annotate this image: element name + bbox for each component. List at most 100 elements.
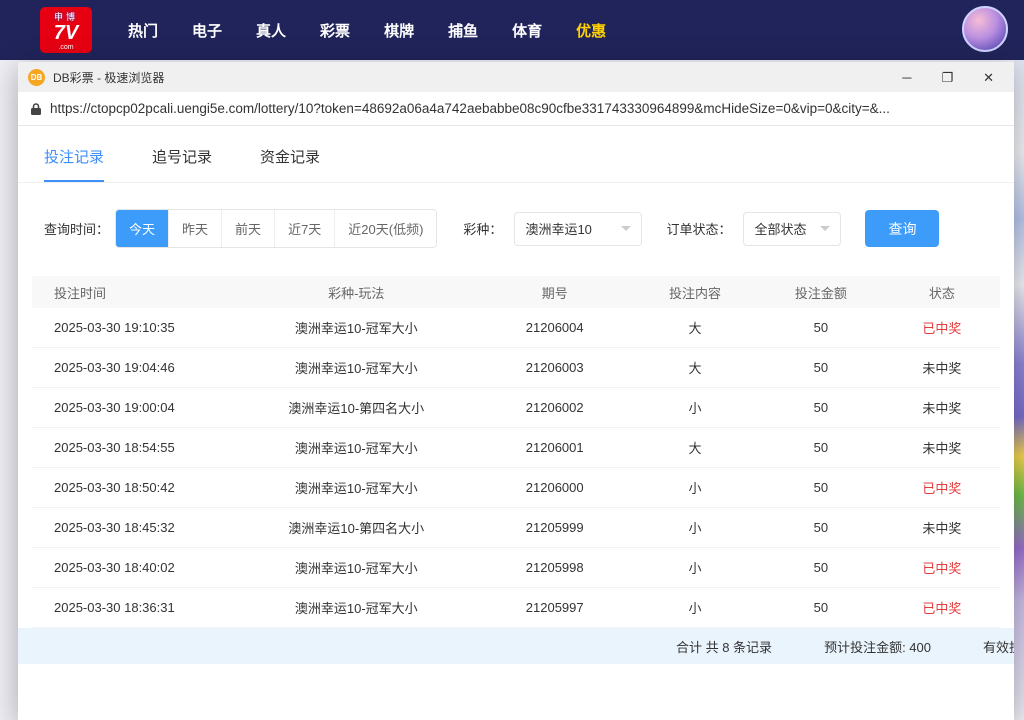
nav-item-live[interactable]: 真人 <box>256 20 286 41</box>
cell-issue: 21205998 <box>477 560 632 575</box>
time-option-today[interactable]: 今天 <box>116 210 168 247</box>
status-cell: 已中奖 <box>884 478 1000 497</box>
status-cell: 已中奖 <box>884 558 1000 577</box>
record-tabs: 投注记录 追号记录 资金记录 <box>18 126 1014 183</box>
background-page-strip <box>1014 60 1024 720</box>
order-status-select[interactable]: 全部状态 <box>743 212 841 246</box>
cell-content: 小 <box>632 518 758 537</box>
table-row: 2025-03-30 19:10:35 澳洲幸运10-冠军大小 21206004… <box>32 308 1000 348</box>
cell-time: 2025-03-30 18:50:42 <box>32 480 235 495</box>
page-content: 投注记录 追号记录 资金记录 查询时间： 今天 昨天 前天 近7天 近20天(低… <box>18 126 1014 720</box>
tab-chase-records[interactable]: 追号记录 <box>152 146 212 182</box>
user-avatar[interactable] <box>962 6 1008 52</box>
site-navbar: 申博 7V .com 热门 电子 真人 彩票 棋牌 捕鱼 体育 优惠 <box>0 0 1024 60</box>
status-cell: 未中奖 <box>884 398 1000 417</box>
site-logo[interactable]: 申博 7V .com <box>40 7 92 53</box>
cell-content: 小 <box>632 598 758 617</box>
chevron-down-icon <box>820 226 830 231</box>
logo-top-text: 申博 <box>54 10 78 23</box>
filter-bar: 查询时间： 今天 昨天 前天 近7天 近20天(低频) 彩种： 澳洲幸运10 订… <box>18 183 1014 248</box>
lottery-filter-label: 彩种： <box>463 219 502 238</box>
cell-amount: 50 <box>758 560 884 575</box>
summary-bar: 合计 共 8 条记录 预计投注金额: 400 有效投注金 <box>18 628 1014 664</box>
nav-item-lottery[interactable]: 彩票 <box>320 20 350 41</box>
nav-item-fishing[interactable]: 捕鱼 <box>448 20 478 41</box>
cell-issue: 21206000 <box>477 480 632 495</box>
col-header-issue: 期号 <box>477 283 632 302</box>
nav-item-promo[interactable]: 优惠 <box>576 20 606 41</box>
browser-window: DB DB彩票 - 极速浏览器 ─ ❐ ✕ https://ctopcp02pc… <box>18 62 1014 720</box>
cell-amount: 50 <box>758 320 884 335</box>
nav-item-cards[interactable]: 棋牌 <box>384 20 414 41</box>
chevron-down-icon <box>621 226 631 231</box>
lottery-select-value: 澳洲幸运10 <box>525 219 591 238</box>
time-option-20days[interactable]: 近20天(低频) <box>334 210 436 247</box>
summary-total: 合计 共 8 条记录 <box>676 637 772 656</box>
minimize-button[interactable]: ─ <box>902 71 911 84</box>
cell-content: 大 <box>632 358 758 377</box>
lock-icon <box>30 102 42 116</box>
order-status-value: 全部状态 <box>754 219 806 238</box>
table-header: 投注时间 彩种-玩法 期号 投注内容 投注金额 状态 <box>32 276 1000 308</box>
cell-amount: 50 <box>758 440 884 455</box>
col-header-time: 投注时间 <box>32 283 235 302</box>
cell-time: 2025-03-30 18:54:55 <box>32 440 235 455</box>
logo-main-text: 7V <box>54 23 78 44</box>
cell-issue: 21206004 <box>477 320 632 335</box>
nav-item-hot[interactable]: 热门 <box>128 20 158 41</box>
cell-play: 澳洲幸运10-冠军大小 <box>235 598 477 617</box>
cell-time: 2025-03-30 18:45:32 <box>32 520 235 535</box>
col-header-play: 彩种-玩法 <box>235 283 477 302</box>
tab-fund-records[interactable]: 资金记录 <box>260 146 320 182</box>
window-title: DB彩票 - 极速浏览器 <box>53 69 164 86</box>
cell-content: 小 <box>632 558 758 577</box>
cell-play: 澳洲幸运10-冠军大小 <box>235 318 477 337</box>
cell-play: 澳洲幸运10-冠军大小 <box>235 438 477 457</box>
cell-issue: 21205999 <box>477 520 632 535</box>
table-row: 2025-03-30 18:54:55 澳洲幸运10-冠军大小 21206001… <box>32 428 1000 468</box>
cell-issue: 21206002 <box>477 400 632 415</box>
table-row: 2025-03-30 19:04:46 澳洲幸运10-冠军大小 21206003… <box>32 348 1000 388</box>
cell-amount: 50 <box>758 400 884 415</box>
cell-time: 2025-03-30 18:40:02 <box>32 560 235 575</box>
maximize-button[interactable]: ❐ <box>941 71 953 84</box>
status-cell: 未中奖 <box>884 438 1000 457</box>
cell-time: 2025-03-30 18:36:31 <box>32 600 235 615</box>
tab-bet-records[interactable]: 投注记录 <box>44 146 104 182</box>
cell-amount: 50 <box>758 600 884 615</box>
time-filter-group: 今天 昨天 前天 近7天 近20天(低频) <box>115 209 437 248</box>
time-filter-label: 查询时间： <box>44 219 109 238</box>
cell-content: 大 <box>632 438 758 457</box>
col-header-amount: 投注金额 <box>758 283 884 302</box>
table-row: 2025-03-30 18:45:32 澳洲幸运10-第四名大小 2120599… <box>32 508 1000 548</box>
time-option-yesterday[interactable]: 昨天 <box>168 210 221 247</box>
db-app-icon: DB <box>28 69 45 86</box>
summary-valid: 有效投注金 <box>983 637 1014 656</box>
cell-play: 澳洲幸运10-第四名大小 <box>235 398 477 417</box>
cell-amount: 50 <box>758 520 884 535</box>
nav-item-slots[interactable]: 电子 <box>192 20 222 41</box>
col-header-content: 投注内容 <box>632 283 758 302</box>
table-row: 2025-03-30 18:36:31 澳洲幸运10-冠军大小 21205997… <box>32 588 1000 628</box>
col-header-status: 状态 <box>884 283 1000 302</box>
status-cell: 已中奖 <box>884 598 1000 617</box>
status-cell: 未中奖 <box>884 358 1000 377</box>
window-titlebar[interactable]: DB DB彩票 - 极速浏览器 ─ ❐ ✕ <box>18 62 1014 92</box>
time-option-7days[interactable]: 近7天 <box>274 210 334 247</box>
lottery-select[interactable]: 澳洲幸运10 <box>514 212 642 246</box>
url-text[interactable]: https://ctopcp02pcali.uengi5e.com/lotter… <box>50 101 890 116</box>
window-controls: ─ ❐ ✕ <box>902 71 1004 84</box>
cell-amount: 50 <box>758 480 884 495</box>
search-button[interactable]: 查询 <box>865 210 939 247</box>
table-row: 2025-03-30 18:40:02 澳洲幸运10-冠军大小 21205998… <box>32 548 1000 588</box>
time-option-daybefore[interactable]: 前天 <box>221 210 274 247</box>
cell-issue: 21206001 <box>477 440 632 455</box>
address-bar[interactable]: https://ctopcp02pcali.uengi5e.com/lotter… <box>18 92 1014 126</box>
status-cell: 未中奖 <box>884 518 1000 537</box>
cell-time: 2025-03-30 19:00:04 <box>32 400 235 415</box>
cell-play: 澳洲幸运10-冠军大小 <box>235 558 477 577</box>
nav-item-sports[interactable]: 体育 <box>512 20 542 41</box>
site-nav-items: 热门 电子 真人 彩票 棋牌 捕鱼 体育 优惠 <box>128 20 606 41</box>
bet-records-table: 投注时间 彩种-玩法 期号 投注内容 投注金额 状态 2025-03-30 19… <box>32 276 1000 628</box>
close-button[interactable]: ✕ <box>983 71 994 84</box>
